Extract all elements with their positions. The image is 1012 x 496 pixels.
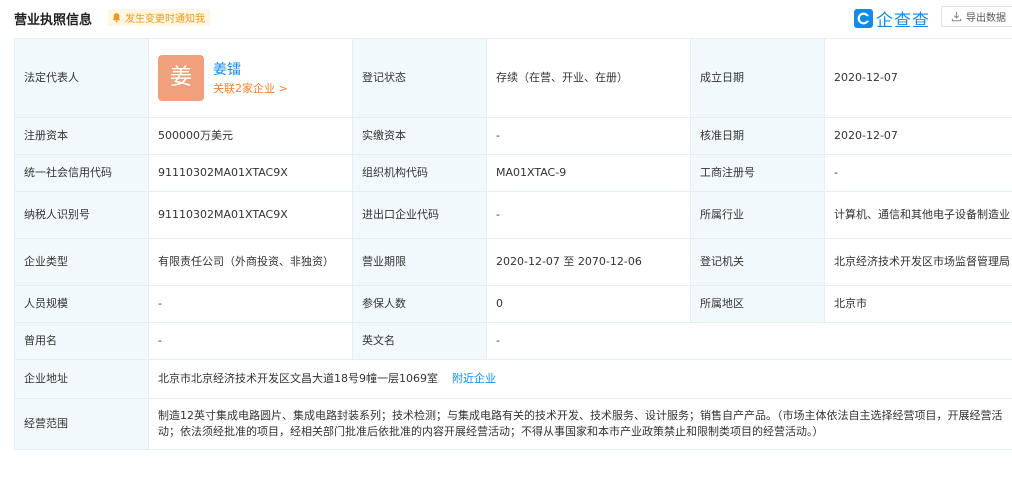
staff-size-label: 人员规模 bbox=[14, 285, 149, 323]
region-value: 北京市 bbox=[824, 285, 1012, 323]
company-type-value: 有限责任公司（外商投资、非独资） bbox=[148, 238, 353, 286]
biz-reg-no-label: 工商注册号 bbox=[690, 154, 825, 192]
credit-code-label: 统一社会信用代码 bbox=[14, 154, 149, 192]
org-code-value: MA01XTAC-9 bbox=[486, 154, 691, 192]
brand-name: 企查查 bbox=[876, 11, 930, 31]
license-info-table: 法定代表人 姜 姜镭 关联2家企业 > 登记状态 存续（在营、开业、在册） 成立… bbox=[14, 38, 1012, 450]
table-row: 纳税人识别号 91110302MA01XTAC9X 进出口企业代码 - 所属行业… bbox=[14, 191, 1012, 239]
business-license-panel: 营业执照信息 发生变更时通知我 企查查 导出数据 法定代表人 姜 姜镭 关联2家… bbox=[0, 0, 1012, 496]
industry-label: 所属行业 bbox=[690, 191, 825, 239]
table-row: 经营范围 制造12英寸集成电路圆片、集成电路封装系列；技术检测；与集成电路有关的… bbox=[14, 398, 1012, 450]
address-cell: 北京市北京经济技术开发区文昌大道18号9幢一层1069室 附近企业 bbox=[148, 359, 1012, 399]
paid-capital-value: - bbox=[486, 117, 691, 155]
reg-capital-value: 500000万美元 bbox=[148, 117, 353, 155]
former-name-value: - bbox=[148, 322, 353, 360]
authority-label: 登记机关 bbox=[690, 238, 825, 286]
paid-capital-label: 实缴资本 bbox=[352, 117, 487, 155]
taxpayer-id-label: 纳税人识别号 bbox=[14, 191, 149, 239]
table-row: 企业地址 北京市北京经济技术开发区文昌大道18号9幢一层1069室 附近企业 bbox=[14, 359, 1012, 399]
insured-value: 0 bbox=[486, 285, 691, 323]
credit-code-value: 91110302MA01XTAC9X bbox=[148, 154, 353, 192]
english-name-label: 英文名 bbox=[352, 322, 487, 360]
import-export-value: - bbox=[486, 191, 691, 239]
table-row: 曾用名 - 英文名 - bbox=[14, 322, 1012, 360]
english-name-value: - bbox=[486, 322, 1012, 360]
former-name-label: 曾用名 bbox=[14, 322, 149, 360]
scope-label: 经营范围 bbox=[14, 398, 149, 450]
export-label: 导出数据 bbox=[966, 13, 1006, 24]
brand-c-icon bbox=[854, 9, 873, 28]
related-companies-link[interactable]: 关联2家企业 > bbox=[213, 82, 288, 96]
table-row: 企业类型 有限责任公司（外商投资、非独资） 营业期限 2020-12-07 至 … bbox=[14, 238, 1012, 286]
term-value: 2020-12-07 至 2070-12-06 bbox=[486, 238, 691, 286]
legal-rep-cell: 姜 姜镭 关联2家企业 > bbox=[148, 38, 353, 118]
table-row: 注册资本 500000万美元 实缴资本 - 核准日期 2020-12-07 bbox=[14, 117, 1012, 155]
industry-value: 计算机、通信和其他电子设备制造业 bbox=[824, 191, 1012, 239]
section-title: 营业执照信息 bbox=[14, 13, 93, 28]
legal-rep-name-link[interactable]: 姜镭 bbox=[213, 61, 288, 79]
term-label: 营业期限 bbox=[352, 238, 487, 286]
authority-value: 北京经济技术开发区市场监督管理局 bbox=[824, 238, 1012, 286]
change-notify-button[interactable]: 发生变更时通知我 bbox=[108, 9, 210, 26]
approval-date-label: 核准日期 bbox=[690, 117, 825, 155]
legal-rep-label: 法定代表人 bbox=[14, 38, 149, 118]
address-label: 企业地址 bbox=[14, 359, 149, 399]
table-row: 法定代表人 姜 姜镭 关联2家企业 > 登记状态 存续（在营、开业、在册） 成立… bbox=[14, 38, 1012, 118]
insured-label: 参保人数 bbox=[352, 285, 487, 323]
region-label: 所属地区 bbox=[690, 285, 825, 323]
scope-value: 制造12英寸集成电路圆片、集成电路封装系列；技术检测；与集成电路有关的技术开发、… bbox=[148, 398, 1012, 450]
org-code-label: 组织机构代码 bbox=[352, 154, 487, 192]
import-export-label: 进出口企业代码 bbox=[352, 191, 487, 239]
address-value: 北京市北京经济技术开发区文昌大道18号9幢一层1069室 bbox=[158, 372, 438, 385]
panel-header: 营业执照信息 发生变更时通知我 企查查 导出数据 bbox=[0, 0, 1012, 32]
approval-date-value: 2020-12-07 bbox=[824, 117, 1012, 155]
table-row: 统一社会信用代码 91110302MA01XTAC9X 组织机构代码 MA01X… bbox=[14, 154, 1012, 192]
reg-capital-label: 注册资本 bbox=[14, 117, 149, 155]
biz-reg-no-value: - bbox=[824, 154, 1012, 192]
table-row: 人员规模 - 参保人数 0 所属地区 北京市 bbox=[14, 285, 1012, 323]
reg-status-value: 存续（在营、开业、在册） bbox=[486, 38, 691, 118]
export-button[interactable]: 导出数据 bbox=[941, 6, 1012, 27]
reg-status-label: 登记状态 bbox=[352, 38, 487, 118]
download-icon bbox=[951, 11, 962, 22]
established-value: 2020-12-07 bbox=[824, 38, 1012, 118]
staff-size-value: - bbox=[148, 285, 353, 323]
notify-label: 发生变更时通知我 bbox=[125, 14, 205, 25]
bell-icon bbox=[112, 13, 121, 23]
brand-logo: 企查查 bbox=[854, 6, 930, 31]
avatar[interactable]: 姜 bbox=[158, 55, 204, 101]
taxpayer-id-value: 91110302MA01XTAC9X bbox=[148, 191, 353, 239]
company-type-label: 企业类型 bbox=[14, 238, 149, 286]
nearby-companies-link[interactable]: 附近企业 bbox=[452, 372, 496, 385]
established-label: 成立日期 bbox=[690, 38, 825, 118]
